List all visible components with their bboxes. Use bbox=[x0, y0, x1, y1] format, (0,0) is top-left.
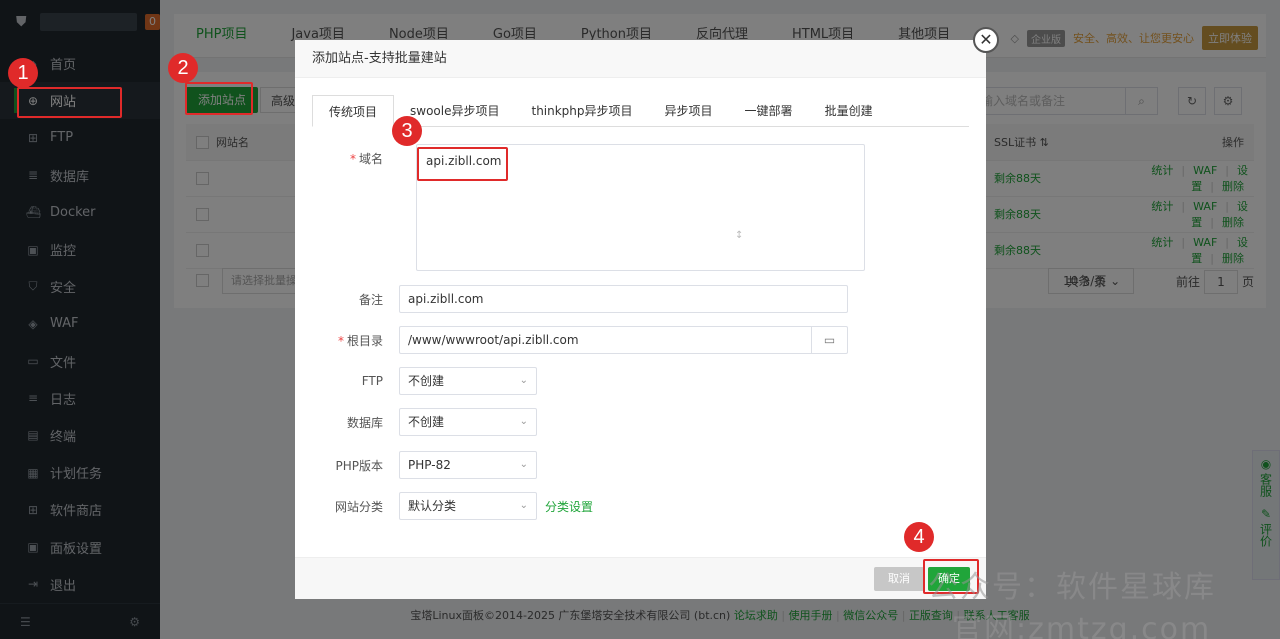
php-label: PHP版本 bbox=[335, 458, 384, 473]
db-label: 数据库 bbox=[346, 415, 383, 430]
category-row: 网站分类 默认分类 ⌄ 分类设置 bbox=[295, 492, 593, 520]
chevron-down-icon: ⌄ bbox=[519, 416, 528, 427]
chevron-down-icon: ⌄ bbox=[519, 459, 528, 470]
chevron-down-icon: ⌄ bbox=[519, 500, 528, 511]
php-row: PHP版本 PHP-82 ⌄ bbox=[295, 451, 537, 479]
ftp-row: FTP 不创建 ⌄ bbox=[295, 367, 537, 395]
domain-label: * 域名 bbox=[349, 152, 383, 166]
php-select[interactable]: PHP-82 ⌄ bbox=[399, 451, 537, 479]
dialog-title: 添加站点-支持批量建站 bbox=[295, 40, 986, 78]
highlight-domain bbox=[417, 147, 508, 181]
folder-icon[interactable]: ▭ bbox=[811, 327, 847, 353]
dialog-tab[interactable]: 批量创建 bbox=[809, 95, 889, 127]
root-row: * 根目录 /www/wwwroot/api.zibll.com ▭ bbox=[295, 326, 848, 354]
category-label: 网站分类 bbox=[334, 499, 383, 514]
highlight-website bbox=[17, 87, 122, 118]
dialog-tab[interactable]: 异步项目 bbox=[649, 95, 729, 127]
step-3-marker: 3 bbox=[392, 116, 422, 146]
watermark-site: 官网:zmtzq.com bbox=[952, 612, 1212, 639]
chevron-down-icon: ⌄ bbox=[519, 375, 528, 386]
category-settings-link[interactable]: 分类设置 bbox=[545, 498, 593, 515]
highlight-add-site bbox=[185, 82, 253, 115]
remark-label: 备注 bbox=[358, 292, 383, 307]
dialog-tab[interactable]: thinkphp异步项目 bbox=[515, 95, 648, 127]
ftp-label: FTP bbox=[361, 374, 383, 388]
domain-row: * 域名 bbox=[295, 150, 399, 167]
resize-handle-icon: ↕ bbox=[735, 230, 744, 241]
category-select[interactable]: 默认分类 ⌄ bbox=[399, 492, 537, 520]
dialog-tab[interactable]: 一键部署 bbox=[729, 95, 809, 127]
root-input[interactable]: /www/wwwroot/api.zibll.com ▭ bbox=[399, 326, 848, 354]
ftp-select[interactable]: 不创建 ⌄ bbox=[399, 367, 537, 395]
cancel-button[interactable]: 取消 bbox=[874, 567, 924, 591]
step-1-marker: 1 bbox=[8, 58, 38, 88]
step-4-marker: 4 bbox=[904, 522, 934, 552]
step-2-marker: 2 bbox=[168, 53, 198, 83]
remark-input[interactable]: api.zibll.com bbox=[399, 285, 848, 313]
close-icon[interactable]: ✕ bbox=[973, 27, 999, 53]
db-select[interactable]: 不创建 ⌄ bbox=[399, 408, 537, 436]
watermark-wechat: 公众号：软件星球库 bbox=[928, 570, 1216, 605]
db-row: 数据库 不创建 ⌄ bbox=[295, 408, 537, 436]
remark-row: 备注 api.zibll.com bbox=[295, 285, 848, 313]
dialog-footer: 取消 确定 bbox=[295, 557, 986, 599]
root-label: * 根目录 bbox=[337, 333, 383, 348]
dialog-tab[interactable]: 传统项目 bbox=[312, 95, 395, 127]
